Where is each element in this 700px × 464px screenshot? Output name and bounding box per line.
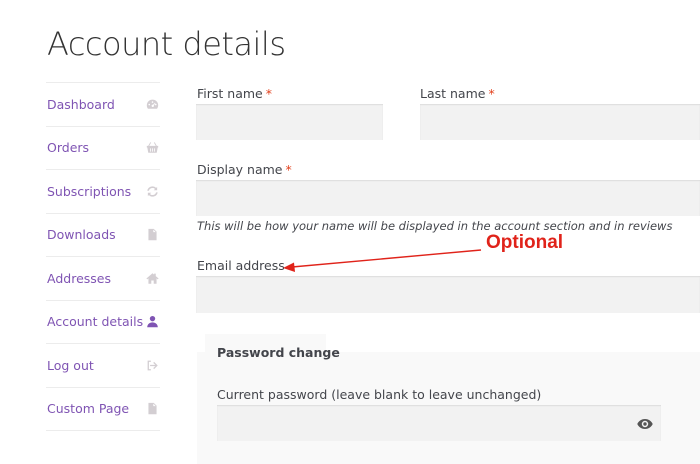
sidebar-item-label: Custom Page: [47, 401, 130, 417]
sidebar-item-account-details[interactable]: Account details: [46, 301, 160, 344]
account-navigation: Dashboard Orders Subscriptions Downloads…: [46, 82, 160, 431]
email-address-label: Email address: [197, 258, 285, 273]
sidebar-item-label: Downloads: [47, 227, 116, 243]
display-name-label: Display name *: [197, 162, 292, 177]
sidebar-item-label: Account details: [47, 314, 144, 330]
sidebar-item-custom-page[interactable]: Custom Page: [46, 388, 160, 431]
required-asterisk: *: [265, 86, 272, 101]
basket-icon: [145, 141, 159, 155]
first-name-input[interactable]: [196, 104, 383, 140]
current-password-label: Current password (leave blank to leave u…: [217, 387, 542, 402]
sidebar-item-label: Log out: [47, 357, 94, 373]
show-password-eye-icon[interactable]: [637, 416, 653, 430]
email-address-input[interactable]: [196, 276, 700, 313]
sidebar-item-log-out[interactable]: Log out: [46, 344, 160, 388]
last-name-input[interactable]: [420, 104, 700, 140]
last-name-label: Last name *: [420, 86, 495, 101]
required-asterisk: *: [488, 86, 495, 101]
display-name-input[interactable]: [196, 180, 700, 216]
page-title: Account details: [47, 25, 286, 63]
sidebar-item-subscriptions[interactable]: Subscriptions: [46, 170, 160, 214]
required-asterisk: *: [285, 162, 292, 177]
sign-out-icon: [145, 358, 159, 372]
current-password-input[interactable]: [217, 405, 661, 441]
optional-annotation: Optional: [486, 232, 564, 253]
display-name-hint: This will be how your name will be displ…: [197, 219, 673, 233]
refresh-icon: [145, 184, 159, 198]
user-icon: [145, 315, 159, 329]
first-name-label: First name *: [197, 86, 272, 101]
sidebar-item-dashboard[interactable]: Dashboard: [46, 83, 160, 127]
home-icon: [145, 271, 159, 285]
file-icon: [145, 228, 159, 242]
sidebar-item-label: Addresses: [47, 270, 111, 286]
sidebar-item-label: Dashboard: [47, 96, 115, 112]
file-text-icon: [145, 402, 159, 416]
dashboard-gauge-icon: [145, 97, 159, 111]
sidebar-item-downloads[interactable]: Downloads: [46, 214, 160, 257]
password-change-legend: Password change: [217, 345, 340, 360]
sidebar-item-label: Subscriptions: [47, 183, 132, 199]
sidebar-item-addresses[interactable]: Addresses: [46, 257, 160, 301]
sidebar-item-orders[interactable]: Orders: [46, 127, 160, 170]
sidebar-item-label: Orders: [47, 140, 90, 156]
